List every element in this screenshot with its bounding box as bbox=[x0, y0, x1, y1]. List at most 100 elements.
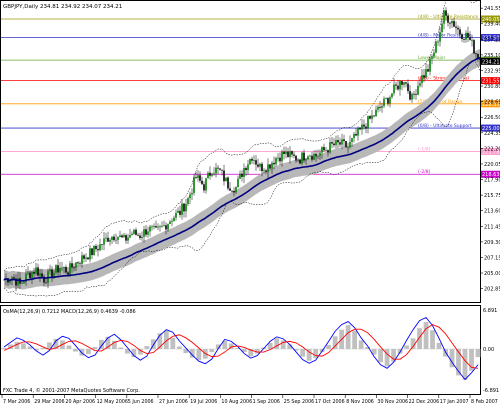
candle-body bbox=[429, 58, 431, 72]
time-tick-label: 25 Sep 2006 bbox=[284, 399, 314, 405]
time-tick-label: 27 Jun 2006 bbox=[159, 399, 188, 405]
candle-body bbox=[323, 147, 325, 151]
candle-body bbox=[101, 244, 103, 246]
osma-bar bbox=[40, 347, 46, 349]
time-tick-label: 1 Sep 2006 bbox=[253, 399, 280, 405]
candle-body bbox=[449, 22, 451, 24]
candle-body bbox=[435, 41, 437, 53]
candle-body bbox=[111, 236, 113, 240]
candle-body bbox=[309, 155, 311, 157]
candle-body bbox=[469, 37, 471, 41]
candle-body bbox=[391, 93, 393, 98]
candle-body bbox=[283, 151, 285, 155]
candle-body bbox=[165, 225, 167, 230]
candle-body bbox=[383, 98, 385, 107]
chart-canvas[interactable]: (4/8) - Ultimate Resistance 240.05(4/8) -… bbox=[0, 0, 500, 405]
osma-bar bbox=[345, 325, 351, 349]
candle-body bbox=[261, 163, 263, 172]
candle-body bbox=[447, 15, 449, 23]
copyright-label: FXC Trade 4, © 2001-2007 MetaQuotes Soft… bbox=[3, 387, 140, 394]
candle-body bbox=[359, 127, 361, 130]
candle-body bbox=[461, 34, 463, 39]
candle-body bbox=[91, 248, 93, 256]
candle-body bbox=[269, 164, 271, 169]
osma-bar bbox=[86, 349, 91, 355]
candle-body bbox=[273, 162, 275, 165]
candle-body bbox=[89, 248, 91, 260]
candle-body bbox=[299, 159, 301, 164]
candle-body bbox=[231, 190, 233, 192]
candle-body bbox=[105, 237, 107, 239]
candle-body bbox=[327, 150, 329, 153]
candle-body bbox=[219, 168, 221, 170]
candle-body bbox=[455, 26, 457, 28]
candle-body bbox=[329, 142, 331, 153]
candle-body bbox=[177, 210, 179, 213]
candle-body bbox=[127, 237, 129, 241]
price-tick-label: 207.15 bbox=[484, 255, 500, 261]
time-tick-label: 20 Apr 2006 bbox=[65, 399, 95, 405]
candle-body bbox=[263, 170, 265, 172]
candle-body bbox=[281, 151, 283, 162]
candle-body bbox=[475, 53, 477, 55]
candle-body bbox=[207, 172, 209, 179]
candle-body bbox=[227, 177, 229, 189]
candle-body bbox=[37, 267, 39, 276]
candle-body bbox=[155, 226, 157, 228]
ohlc-label: 234.81 234.92 234.07 234.21 bbox=[40, 4, 122, 10]
candle-body bbox=[291, 151, 293, 155]
osma-bar bbox=[313, 349, 319, 359]
candle-body bbox=[247, 164, 249, 171]
candle-body bbox=[147, 231, 149, 235]
candle-body bbox=[217, 167, 219, 169]
candle-body bbox=[233, 190, 235, 193]
osma-bar bbox=[475, 349, 481, 358]
candle-body bbox=[397, 85, 399, 90]
level-label: (4/8) - Major Resistance bbox=[418, 33, 472, 39]
candle-body bbox=[249, 158, 251, 165]
osma-bar bbox=[66, 345, 72, 349]
candle-body bbox=[459, 29, 461, 35]
price-tick-label: 220.05 bbox=[484, 162, 500, 168]
osma-bar bbox=[144, 345, 150, 349]
time-tick-label: 29 Mar 2006 bbox=[34, 399, 64, 405]
candle-body bbox=[95, 245, 97, 250]
candle-body bbox=[213, 173, 215, 175]
candle-body bbox=[141, 236, 143, 239]
price-tick-label: 224.35 bbox=[484, 131, 500, 137]
price-tick-label: 205.00 bbox=[484, 271, 500, 277]
candle-body bbox=[93, 245, 95, 256]
candle-body bbox=[303, 152, 305, 161]
candle-body bbox=[367, 116, 369, 129]
candle-body bbox=[119, 235, 121, 238]
candle-body bbox=[293, 154, 295, 156]
candle-body bbox=[399, 81, 401, 90]
osma-bar bbox=[417, 328, 422, 349]
candlesticks bbox=[3, 7, 481, 292]
candle-body bbox=[21, 283, 23, 284]
oscillator-label: OsMA(12,26,9) 0.7212 MACD(12,26,9) 0.463… bbox=[3, 309, 136, 315]
candle-body bbox=[345, 141, 347, 148]
time-tick-label: 17 Jan 2007 bbox=[440, 399, 469, 405]
candle-body bbox=[193, 177, 195, 193]
candle-body bbox=[75, 262, 77, 268]
candle-body bbox=[335, 140, 337, 146]
candle-body bbox=[117, 237, 119, 240]
candle-body bbox=[205, 178, 207, 191]
osma-bar bbox=[352, 330, 358, 349]
candle-body bbox=[271, 162, 273, 169]
candle-body bbox=[265, 170, 267, 172]
time-axis: 7 Mar 2006 29 Mar 2006 20 Apr 2006 12 May 2… bbox=[1, 395, 498, 405]
candle-body bbox=[289, 151, 291, 158]
price-tick-label: 226.50 bbox=[484, 115, 500, 121]
candle-body bbox=[331, 142, 333, 144]
osma-bar bbox=[436, 342, 442, 349]
price-tick-label: 202.85 bbox=[484, 287, 500, 293]
candle-body bbox=[405, 82, 407, 84]
candle-body bbox=[175, 212, 177, 218]
osma-macd-panel bbox=[1, 316, 481, 381]
candle-body bbox=[61, 267, 63, 269]
candle-body bbox=[319, 152, 321, 156]
candle-body bbox=[255, 160, 257, 165]
candle-body bbox=[83, 255, 85, 259]
